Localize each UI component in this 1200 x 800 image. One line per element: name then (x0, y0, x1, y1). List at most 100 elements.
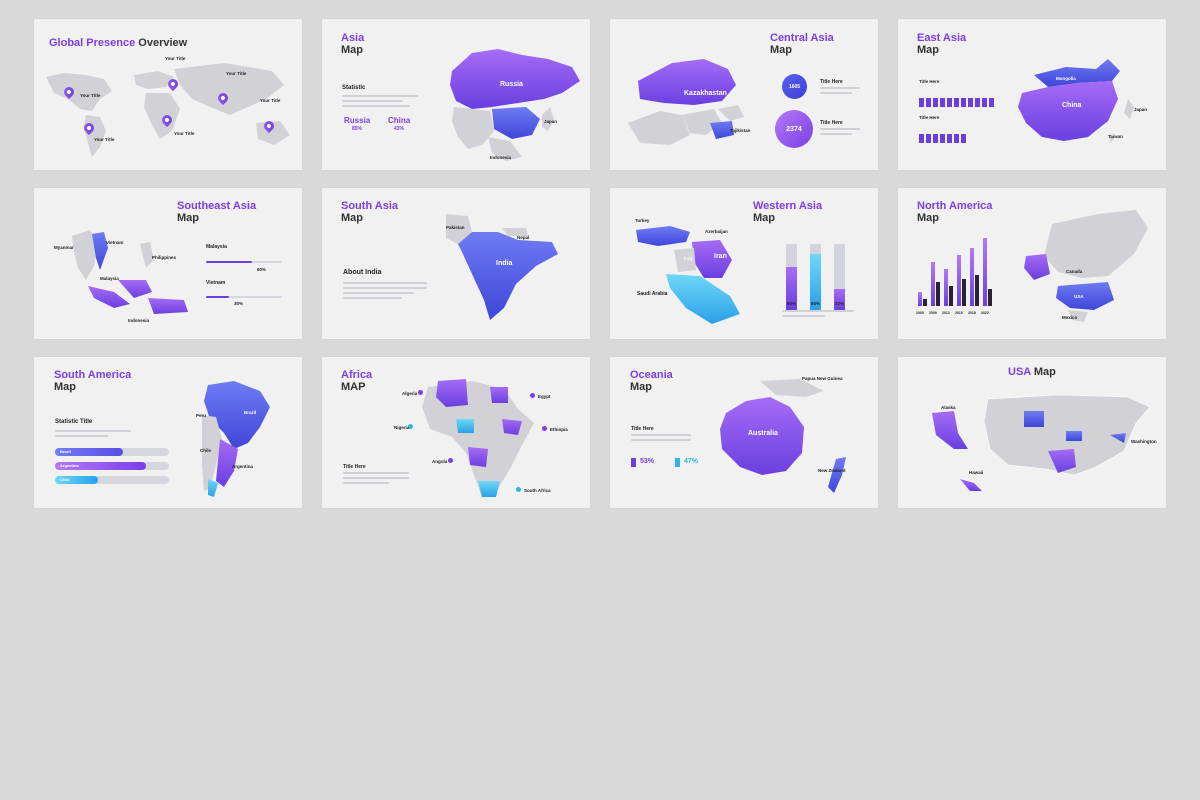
east-asia-map (1018, 59, 1134, 143)
title-here-2: Title Here (820, 120, 843, 126)
person-icon (954, 98, 959, 107)
person-icon (919, 98, 924, 107)
tube-value: 65% (787, 301, 797, 306)
person-icon (954, 134, 959, 143)
map-label-nepal: Nepal (517, 235, 530, 240)
year-label: 2005 (916, 311, 924, 315)
map-label-japan: Japan (1134, 107, 1148, 112)
slide-africa[interactable]: Africa MAP Title Here Algeria Egypt Nige… (322, 357, 590, 508)
pin-label: Your Title (165, 56, 186, 61)
map-label-mongolia: Mongolia (1056, 76, 1076, 81)
south-america-map (202, 381, 270, 497)
year-label: 2012 (942, 311, 950, 315)
map-label-turkey: Turkey (635, 218, 650, 223)
map-label-png: Papua New Guinea (802, 376, 843, 381)
person-icon (961, 134, 966, 143)
marker-dot (448, 458, 453, 463)
africa-map (422, 379, 534, 497)
map-label-philippines: Philippines (152, 255, 177, 260)
slide-central-asia[interactable]: Central Asia Map Kazakhastan Tajikistan … (610, 19, 878, 170)
map-label-myanmar: Myanmar (54, 245, 74, 250)
marker-dot (418, 390, 423, 395)
map-label-malaysia: Malaysia (100, 276, 119, 281)
pin-label: Your Title (226, 71, 247, 76)
tube-value: 85% (811, 301, 821, 306)
map-label-angola: Angola (432, 459, 448, 464)
map-label-india: India (496, 260, 513, 267)
progress-track (206, 296, 282, 298)
map-label-hawaii: Hawaii (969, 470, 984, 475)
slide-south-asia[interactable]: South Asia Map About India India Pakista… (322, 188, 590, 339)
stat2-value: 30% (234, 301, 244, 306)
stat-circle: 1605 (782, 74, 807, 99)
slide-asia[interactable]: Asia Map Statistic Russia 85% China 43% … (322, 19, 590, 170)
marker-dot (530, 393, 535, 398)
map-label-brazil: Brazil (244, 410, 257, 415)
description-text (820, 128, 860, 138)
map-label-canada: Canada (1066, 269, 1083, 274)
pin-label: Your Title (80, 93, 101, 98)
slide-western-asia[interactable]: Western Asia Map Turkey Azerbaijan Iran … (610, 188, 878, 339)
stat1-value: 60% (257, 267, 267, 272)
map-label-japan: Japan (544, 119, 558, 124)
tube-fill (834, 288, 845, 310)
stat2-name: Vietnam (206, 280, 226, 286)
map-label-kazakhstan: Kazakhastan (684, 90, 727, 97)
person-icon (940, 98, 945, 107)
map-label-australia: Australia (748, 430, 778, 437)
map-label-taiwan: Taiwan (1108, 134, 1123, 139)
map-label-indonesia: Indonesia (490, 155, 512, 160)
usa-map (932, 394, 1151, 491)
year-label: 2009 (929, 311, 937, 315)
progress-track: Brazil (55, 448, 169, 456)
map-label-iraq: Iraq (684, 256, 693, 261)
map-label-russia: Russia (500, 81, 523, 88)
person-icon (919, 134, 924, 143)
map-label-ethiopia: Ethiopia (550, 427, 568, 432)
slide-global-presence[interactable]: Global Presence Overview Your Title Your… (34, 19, 302, 170)
year-label: 2015 (955, 311, 963, 315)
slide-east-asia[interactable]: East Asia Map Title Here Title Here Chin… (898, 19, 1166, 170)
progress-fill: Chile (55, 476, 99, 484)
person-icon (947, 98, 952, 107)
map-label-egypt: Egypt (538, 394, 551, 399)
description-text (782, 310, 854, 320)
person-icon (933, 98, 938, 107)
person-icon (968, 98, 973, 107)
person-icon (947, 134, 952, 143)
map-label-china: China (1062, 102, 1082, 109)
map-label-alaska: Alaska (941, 405, 956, 410)
year-label: 2018 (968, 311, 976, 315)
map-label-chile: Chile (200, 448, 212, 453)
progress-fill: Argentina (55, 462, 147, 470)
slide-oceania[interactable]: Oceania Map Title Here 53% 47% Australia… (610, 357, 878, 508)
slide-south-america[interactable]: South America Map Statistic Title Peru B… (34, 357, 302, 508)
description-text (820, 87, 860, 97)
map-label-saudi: Saudi Arabia (637, 291, 668, 297)
year-label: 2022 (981, 311, 989, 315)
person-icon (961, 98, 966, 107)
map-label-azerbaijan: Azerbaijan (705, 229, 728, 234)
bar-label: Brazil (60, 449, 71, 454)
southeast-asia-map (72, 230, 188, 314)
stat-circle: 2374 (775, 110, 813, 148)
map-label-nigeria: Nigeria (394, 425, 410, 430)
progress-track (206, 261, 282, 263)
map-label-argentina: Argentina (232, 464, 254, 469)
progress-track: Chile (55, 476, 169, 484)
map-label-vietnam: Vietnam (106, 240, 124, 245)
slide-usa[interactable]: USA Map Alaska Hawaii Washington (898, 357, 1166, 508)
world-map (46, 63, 290, 157)
south-asia-map (446, 214, 558, 320)
person-icon (940, 134, 945, 143)
map-label-south-africa: South Africa (524, 488, 551, 493)
map-label-usa: USA (1074, 294, 1084, 299)
person-icon (926, 98, 931, 107)
person-icon (926, 134, 931, 143)
slide-southeast-asia[interactable]: Southeast Asia Map Myanmar Vietnam Phili… (34, 188, 302, 339)
person-icon (982, 98, 987, 107)
bar-label: Argentina (60, 463, 79, 468)
marker-dot (542, 426, 547, 431)
slide-north-america[interactable]: North America Map Canada USA Mexico 2005… (898, 188, 1166, 339)
person-icon (989, 98, 994, 107)
